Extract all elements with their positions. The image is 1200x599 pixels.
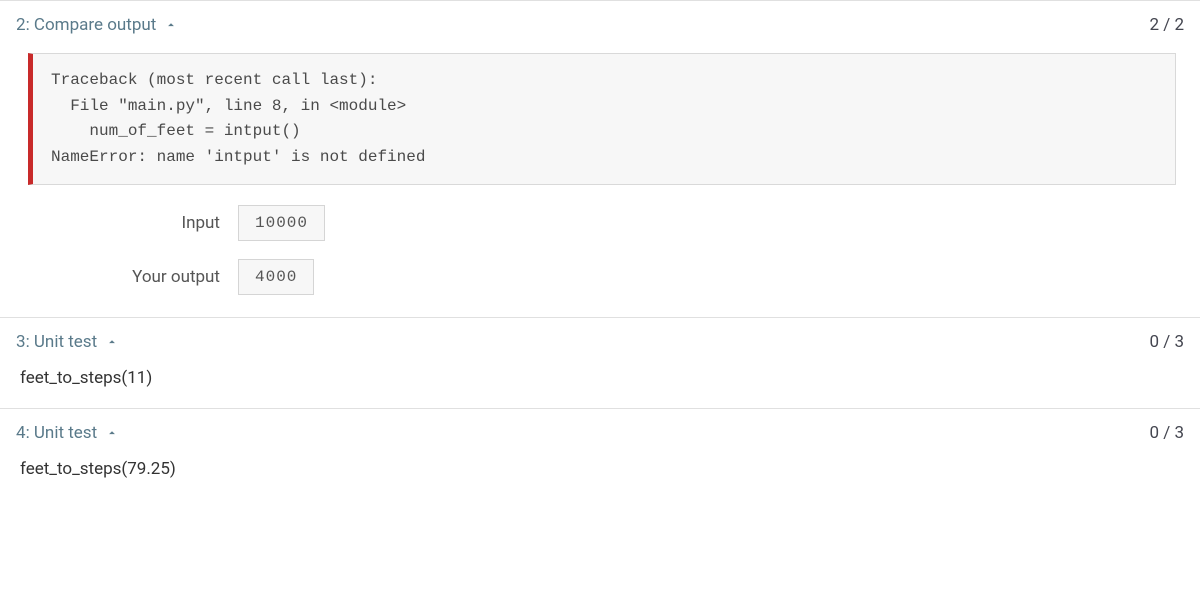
output-label: Your output [28, 267, 238, 287]
input-label: Input [28, 213, 238, 233]
test-section: 3: Unit test 0 / 3 feet_to_steps(11) [0, 317, 1200, 408]
test-header-4[interactable]: 4: Unit test 0 / 3 [0, 409, 1200, 453]
test-description: feet_to_steps(79.25) [0, 453, 1200, 499]
io-row-output: Your output 4000 [28, 259, 1176, 295]
error-traceback: Traceback (most recent call last): File … [28, 53, 1176, 185]
io-rows: Input 10000 Your output 4000 [28, 205, 1176, 295]
chevron-up-icon [105, 426, 119, 440]
test-number-label: 2: Compare output [16, 15, 156, 35]
test-number-label: 4: Unit test [16, 423, 97, 443]
input-value: 10000 [238, 205, 325, 241]
chevron-up-icon [105, 335, 119, 349]
test-header-2[interactable]: 2: Compare output 2 / 2 [0, 1, 1200, 45]
test-score: 0 / 3 [1149, 423, 1184, 443]
test-description: feet_to_steps(11) [0, 362, 1200, 408]
test-title: 2: Compare output [16, 15, 178, 35]
test-score: 2 / 2 [1149, 15, 1184, 35]
output-value: 4000 [238, 259, 314, 295]
io-row-input: Input 10000 [28, 205, 1176, 241]
test-score: 0 / 3 [1149, 332, 1184, 352]
test-section: 2: Compare output 2 / 2 Traceback (most … [0, 0, 1200, 295]
test-section: 4: Unit test 0 / 3 feet_to_steps(79.25) [0, 408, 1200, 499]
test-header-3[interactable]: 3: Unit test 0 / 3 [0, 318, 1200, 362]
test-number-label: 3: Unit test [16, 332, 97, 352]
chevron-up-icon [164, 18, 178, 32]
test-title: 3: Unit test [16, 332, 119, 352]
test-title: 4: Unit test [16, 423, 119, 443]
